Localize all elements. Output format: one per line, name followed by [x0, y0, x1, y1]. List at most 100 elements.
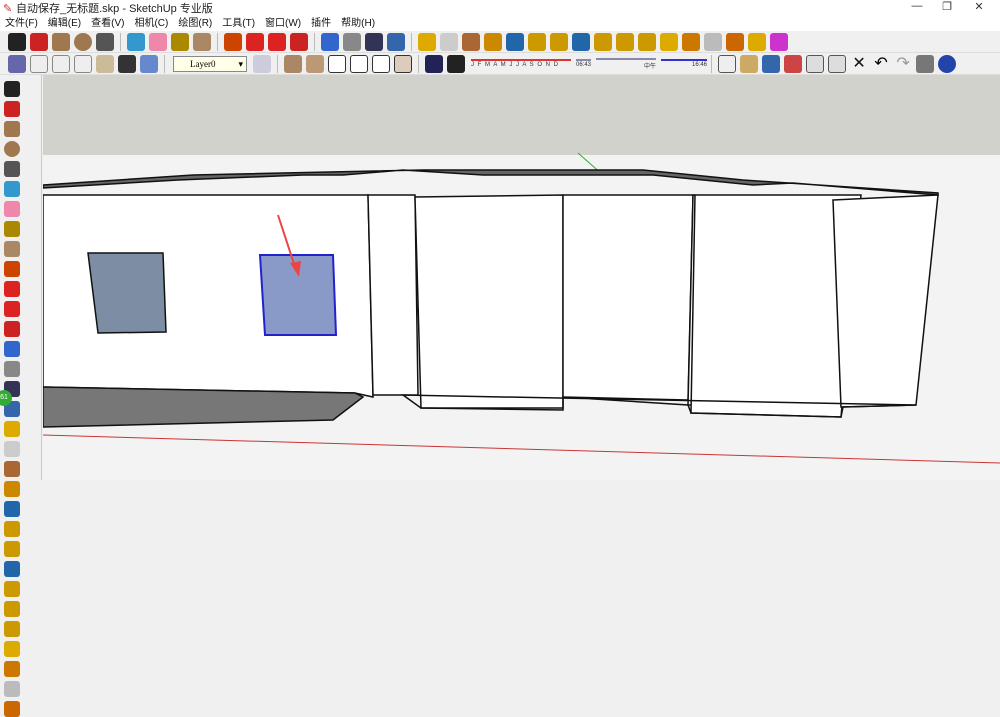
lights-icon[interactable]	[748, 32, 766, 51]
pencil-icon[interactable]	[30, 32, 48, 51]
select-icon[interactable]	[8, 32, 26, 51]
rotate-icon[interactable]	[268, 32, 286, 51]
orbit-icon[interactable]	[321, 32, 339, 51]
menu-help[interactable]: 帮助(H)	[336, 16, 380, 31]
model-info-icon[interactable]	[938, 54, 957, 73]
follow-me-icon[interactable]	[290, 32, 308, 51]
menu-draw[interactable]: 绘图(R)	[173, 16, 217, 31]
left-rectangle-icon[interactable]	[4, 121, 20, 137]
hidden-line-icon[interactable]	[52, 54, 70, 73]
save-icon[interactable]	[762, 54, 781, 73]
view-iso-icon[interactable]	[284, 54, 302, 73]
rectangle-icon[interactable]	[52, 32, 70, 51]
left-component-icon[interactable]	[4, 521, 20, 537]
pan-icon[interactable]	[343, 32, 361, 51]
monochrome-icon[interactable]	[140, 54, 158, 73]
left-arc-icon[interactable]	[4, 161, 20, 177]
left-make-component-icon[interactable]	[4, 181, 20, 197]
left-google-earth-icon[interactable]	[4, 501, 20, 517]
left-paint-bucket-icon[interactable]	[4, 241, 20, 257]
left-3d-text-icon[interactable]	[4, 701, 20, 717]
delete-icon[interactable]: ✕	[850, 55, 868, 73]
styles-icon[interactable]	[770, 32, 788, 51]
view-right-icon[interactable]	[350, 54, 368, 73]
push-pull-icon[interactable]	[224, 32, 242, 51]
menu-tools[interactable]: 工具(T)	[217, 16, 260, 31]
left-sandbox-icon[interactable]	[4, 621, 20, 637]
circle-icon[interactable]	[74, 32, 92, 51]
zoom-icon[interactable]	[365, 32, 383, 51]
xray-icon[interactable]	[74, 54, 92, 73]
view-left-icon[interactable]	[394, 54, 412, 73]
left-rotate-icon[interactable]	[4, 301, 20, 317]
axes-icon[interactable]	[682, 32, 700, 51]
tape-measure-icon[interactable]	[171, 32, 189, 51]
get-models-icon[interactable]	[418, 32, 436, 51]
new-icon[interactable]	[718, 54, 737, 73]
3d-text-icon[interactable]	[726, 32, 744, 51]
arc-icon[interactable]	[96, 32, 114, 51]
left-push-pull-icon[interactable]	[4, 261, 20, 277]
paint-bucket-icon[interactable]	[193, 32, 211, 51]
menu-plugins[interactable]: 插件	[306, 16, 336, 31]
left-pan-icon[interactable]	[4, 361, 20, 377]
ruby-icon[interactable]	[594, 32, 612, 51]
section-icon[interactable]	[704, 32, 722, 51]
shadow-toggle-icon[interactable]	[447, 54, 465, 73]
left-tape-measure-icon[interactable]	[4, 221, 20, 237]
menu-camera[interactable]: 相机(C)	[129, 16, 173, 31]
layer-select[interactable]: Layer0	[173, 55, 247, 72]
left-pencil-icon[interactable]	[4, 101, 20, 117]
maximize-button[interactable]: ❐	[932, 0, 962, 16]
view-top-icon[interactable]	[306, 54, 324, 73]
left-dynamic-component-icon[interactable]	[4, 541, 20, 557]
component-icon[interactable]	[528, 32, 546, 51]
print-icon[interactable]	[916, 54, 935, 73]
menu-file[interactable]: 文件(F)	[0, 16, 43, 31]
copy-icon[interactable]	[806, 54, 825, 73]
left-place-model-icon[interactable]	[4, 481, 20, 497]
left-section-icon[interactable]	[4, 681, 20, 697]
text-icon[interactable]	[660, 32, 678, 51]
view-back-icon[interactable]	[372, 54, 390, 73]
interact-icon[interactable]	[616, 32, 634, 51]
left-text-icon[interactable]	[4, 641, 20, 657]
place-model-icon[interactable]	[484, 32, 502, 51]
3d-viewport[interactable]	[43, 75, 1000, 480]
dynamic-component-icon[interactable]	[550, 32, 568, 51]
google-earth-icon[interactable]	[506, 32, 524, 51]
iso-view-icon[interactable]	[8, 54, 26, 73]
open-icon[interactable]	[740, 54, 759, 73]
left-share-model-icon[interactable]	[4, 441, 20, 457]
left-eraser-icon[interactable]	[4, 201, 20, 217]
redo-icon[interactable]: ↷	[894, 55, 912, 73]
sandbox-icon[interactable]	[638, 32, 656, 51]
zoom-extents-icon[interactable]	[387, 32, 405, 51]
solid-tools-icon[interactable]	[572, 32, 590, 51]
cut-icon[interactable]	[784, 54, 803, 73]
shaded-icon[interactable]	[96, 54, 114, 73]
paste-icon[interactable]	[828, 54, 847, 73]
share-model-icon[interactable]	[440, 32, 458, 51]
left-orbit-icon[interactable]	[4, 341, 20, 357]
left-move-icon[interactable]	[4, 281, 20, 297]
left-follow-me-icon[interactable]	[4, 321, 20, 337]
wireframe-icon[interactable]	[30, 54, 48, 73]
layer-manager-icon[interactable]	[253, 54, 271, 73]
menu-view[interactable]: 查看(V)	[86, 16, 129, 31]
left-select-icon[interactable]	[4, 81, 20, 97]
menu-edit[interactable]: 编辑(E)	[43, 16, 86, 31]
left-circle-icon[interactable]	[4, 141, 20, 157]
move-icon[interactable]	[246, 32, 264, 51]
close-button[interactable]: ✕	[964, 0, 994, 16]
make-component-icon[interactable]	[127, 32, 145, 51]
photo-textures-icon[interactable]	[462, 32, 480, 51]
left-get-models-icon[interactable]	[4, 421, 20, 437]
left-ruby-icon[interactable]	[4, 581, 20, 597]
left-solid-tools-icon[interactable]	[4, 561, 20, 577]
left-interact-icon[interactable]	[4, 601, 20, 617]
textured-icon[interactable]	[118, 54, 136, 73]
undo-icon[interactable]: ↶	[872, 55, 890, 73]
month-slider[interactable]: J F M A M J J A S O N D	[471, 59, 571, 68]
shadow-settings-icon[interactable]	[425, 54, 443, 73]
